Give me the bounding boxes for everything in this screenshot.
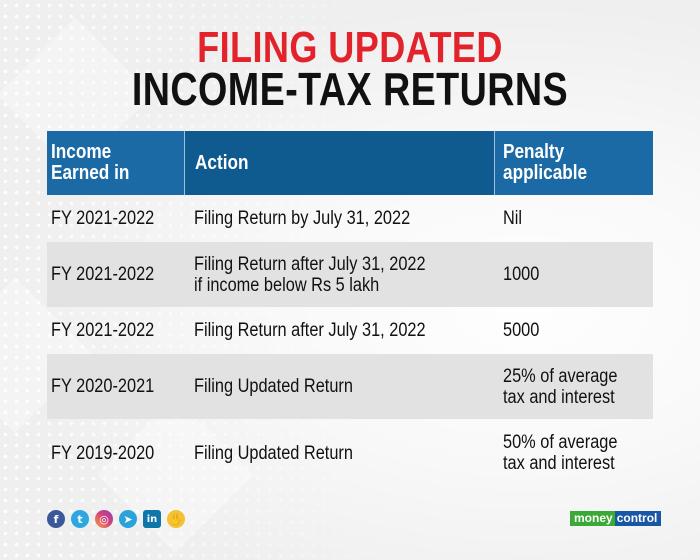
cell-text: Filing Updated Return — [194, 442, 353, 464]
cell-text: if income below Rs 5 lakh — [194, 274, 380, 296]
cell-text: 50% of average — [503, 432, 618, 453]
income-cell: FY 2021-2022 — [47, 195, 184, 242]
moneycontrol-logo: money control — [570, 511, 662, 526]
table-row: FY 2021-2022 Filing Return by July 31, 2… — [47, 195, 653, 242]
telegram-icon[interactable]: ➤ — [119, 510, 137, 528]
title-line-1: FILING UPDATED — [197, 23, 503, 72]
cell-text: 25% of average — [503, 365, 618, 387]
income-cell: FY 2021-2022 — [47, 307, 184, 354]
cell-text: Filing Return after July 31, 2022 — [194, 253, 426, 275]
cell-text: FY 2020-2021 — [51, 376, 155, 397]
header-text: Penalty — [503, 141, 565, 163]
header-penalty-applicable: Penalty applicable — [495, 131, 653, 195]
koo-icon[interactable]: ✋ — [167, 510, 185, 528]
cell-text: tax and interest — [503, 453, 615, 474]
income-cell: FY 2021-2022 — [47, 242, 184, 307]
header-action: Action — [184, 131, 495, 195]
table-row: FY 2019-2020 Filing Updated Return 50% o… — [47, 419, 653, 487]
cell-text: Filing Return after July 31, 2022 — [194, 320, 426, 341]
facebook-icon[interactable]: f — [47, 510, 65, 528]
table-row: FY 2021-2022 Filing Return after July 31… — [47, 242, 653, 307]
income-cell: FY 2020-2021 — [47, 354, 184, 419]
penalty-cell: 25% of average tax and interest — [495, 354, 653, 419]
cell-text: Filing Updated Return — [194, 376, 353, 397]
action-cell: Filing Return by July 31, 2022 — [184, 195, 495, 242]
logo-money: money — [570, 511, 615, 526]
header-income-earned-in: Income Earned in — [47, 131, 184, 195]
cell-text: FY 2019-2020 — [51, 442, 155, 464]
table-header-row: Income Earned in Action Penalty applicable — [47, 131, 653, 195]
action-cell: Filing Updated Return — [184, 419, 495, 487]
cell-text: FY 2021-2022 — [51, 320, 155, 341]
cell-text: 5000 — [503, 320, 540, 341]
penalty-cell: 1000 — [495, 242, 653, 307]
income-cell: FY 2019-2020 — [47, 419, 184, 487]
cell-text: tax and interest — [503, 386, 615, 408]
cell-text: Nil — [503, 208, 523, 229]
penalty-cell: 50% of average tax and interest — [495, 419, 653, 487]
instagram-icon[interactable]: ◎ — [95, 510, 113, 528]
penalty-table: Income Earned in Action Penalty applicable… — [47, 131, 653, 487]
table-row: FY 2020-2021 Filing Updated Return 25% o… — [47, 354, 653, 419]
header-text: Income — [51, 141, 112, 163]
header-text: Earned in — [51, 162, 130, 184]
cell-text: Filing Return by July 31, 2022 — [194, 208, 411, 229]
header-text: Action — [195, 151, 249, 174]
title-line-2: INCOME-TAX RETURNS — [131, 63, 569, 115]
action-cell: Filing Return after July 31, 2022 — [184, 307, 495, 354]
action-cell: Filing Updated Return — [184, 354, 495, 419]
action-cell: Filing Return after July 31, 2022 if inco… — [184, 242, 495, 307]
penalty-cell: 5000 — [495, 307, 653, 354]
social-icons: f t ◎ ➤ in ✋ — [47, 510, 185, 528]
penalty-cell: Nil — [495, 195, 653, 242]
cell-text: FY 2021-2022 — [51, 264, 155, 285]
cell-text: FY 2021-2022 — [51, 208, 155, 229]
twitter-icon[interactable]: t — [71, 510, 89, 528]
header-text: applicable — [503, 162, 588, 184]
cell-text: 1000 — [503, 264, 540, 285]
table-row: FY 2021-2022 Filing Return after July 31… — [47, 307, 653, 354]
linkedin-icon[interactable]: in — [143, 510, 161, 528]
logo-control: control — [614, 511, 662, 526]
